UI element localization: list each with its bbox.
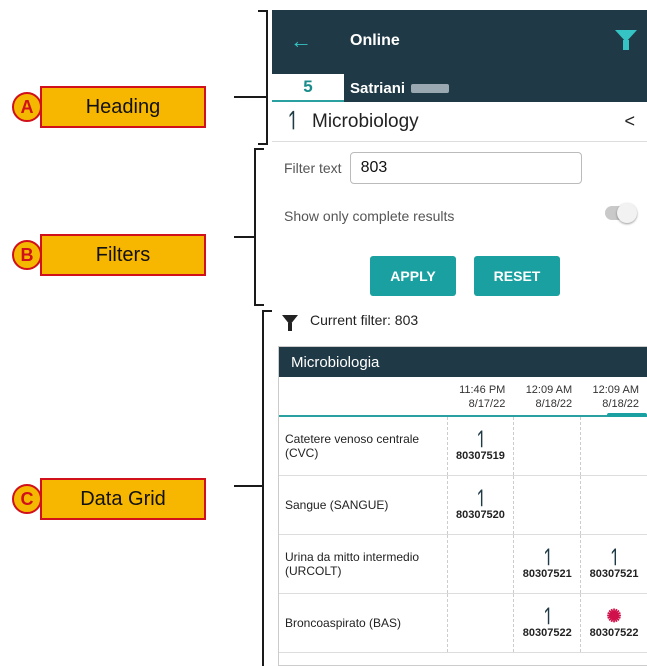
result-cell[interactable]: ᛐ 80307520 — [446, 476, 514, 534]
table-row: Catetere venoso centrale (CVC) ᛐ 80307519 — [279, 417, 647, 476]
table-row: Sangue (SANGUE) ᛐ 80307520 — [279, 476, 647, 535]
result-cell — [446, 594, 514, 652]
callout-heading: A Heading — [12, 86, 206, 128]
callout-label: Data Grid — [30, 478, 206, 520]
callout-label: Filters — [30, 234, 206, 276]
callout-filters: B Filters — [12, 234, 206, 276]
module-header: ᛐ Microbiology < — [272, 102, 647, 142]
microscope-icon: ᛐ — [475, 429, 486, 449]
microscope-icon: ᛐ — [541, 606, 553, 626]
module-title: Microbiology — [312, 110, 419, 132]
arrow-left-icon[interactable]: ← — [290, 28, 312, 54]
column-header[interactable]: 11:46 PM 8/17/22 — [447, 377, 514, 415]
microscope-icon: ᛐ — [286, 110, 298, 132]
table-row: Broncoaspirato (BAS) ᛐ 80307522 ✺ 80307522 — [279, 594, 647, 653]
result-cell[interactable]: ᛐ 80307521 — [513, 535, 580, 593]
filter-text-input[interactable]: 803 — [349, 152, 582, 184]
microscope-icon: ᛐ — [541, 547, 553, 567]
share-icon[interactable]: < — [624, 111, 635, 132]
row-label: Catetere venoso centrale (CVC) — [285, 432, 420, 460]
callout-letter: A — [12, 92, 42, 122]
bed-number: 5 — [272, 74, 344, 102]
row-label: Broncoaspirato (BAS) — [285, 616, 402, 630]
result-cell — [580, 417, 647, 475]
column-header[interactable]: 12:09 AM 8/18/22 — [580, 377, 647, 415]
result-cell — [446, 535, 514, 593]
callout-label: Heading — [30, 86, 206, 128]
table-row: Urina da mitto intermedio (URCOLT) ᛐ 8030… — [279, 535, 647, 594]
complete-results-toggle[interactable] — [605, 203, 637, 223]
column-header[interactable]: 12:09 AM 8/18/22 — [513, 377, 580, 415]
connection-status: Online — [350, 32, 400, 49]
callout-letter: B — [12, 240, 42, 270]
app-screen: ← Online 5 Satriani ᛐ Microbiology < Fil… — [272, 10, 647, 666]
microscope-icon: ᛐ — [475, 488, 486, 508]
result-cell[interactable]: ᛐ 80307521 — [580, 535, 647, 593]
result-cell[interactable]: ✺ 80307522 — [580, 594, 647, 652]
funnel-icon[interactable] — [615, 30, 637, 50]
grid-title: Microbiologia — [279, 347, 647, 377]
grid-column-headers: 11:46 PM 8/17/22 12:09 AM 8/18/22 12:09 AM… — [279, 377, 647, 417]
result-cell — [580, 476, 647, 534]
current-filter-text: Current filter: 803 — [310, 312, 419, 328]
result-cell[interactable]: ᛐ 80307519 — [446, 417, 514, 475]
microscope-icon: ᛐ — [608, 547, 620, 567]
callout-data-grid: C Data Grid — [12, 478, 206, 520]
row-label: Sangue (SANGUE) — [285, 498, 389, 512]
result-cell — [513, 476, 580, 534]
top-bar: ← Online — [272, 10, 647, 74]
apply-button[interactable]: APPLY — [370, 256, 456, 296]
filters-panel: Filter text 803 Show only complete resul… — [272, 150, 647, 296]
result-cell — [513, 417, 580, 475]
bacteria-icon: ✺ — [606, 606, 622, 626]
scroll-indicator — [607, 413, 647, 417]
complete-results-label: Show only complete results — [284, 208, 455, 224]
current-filter: Current filter: 803 — [282, 312, 419, 331]
redacted-name — [411, 83, 450, 93]
result-cell[interactable]: ᛐ 80307522 — [513, 594, 580, 652]
data-grid: Microbiologia 11:46 PM 8/17/22 12:09 AM 8/… — [278, 346, 647, 666]
funnel-icon — [282, 315, 298, 331]
callout-letter: C — [12, 484, 42, 514]
reset-button[interactable]: RESET — [474, 256, 560, 296]
filter-text-label: Filter text — [284, 160, 342, 176]
patient-name: Satriani — [344, 74, 647, 102]
row-label: Urina da mitto intermedio (URCOLT) — [285, 550, 420, 578]
patient-bar[interactable]: 5 Satriani — [272, 74, 647, 102]
